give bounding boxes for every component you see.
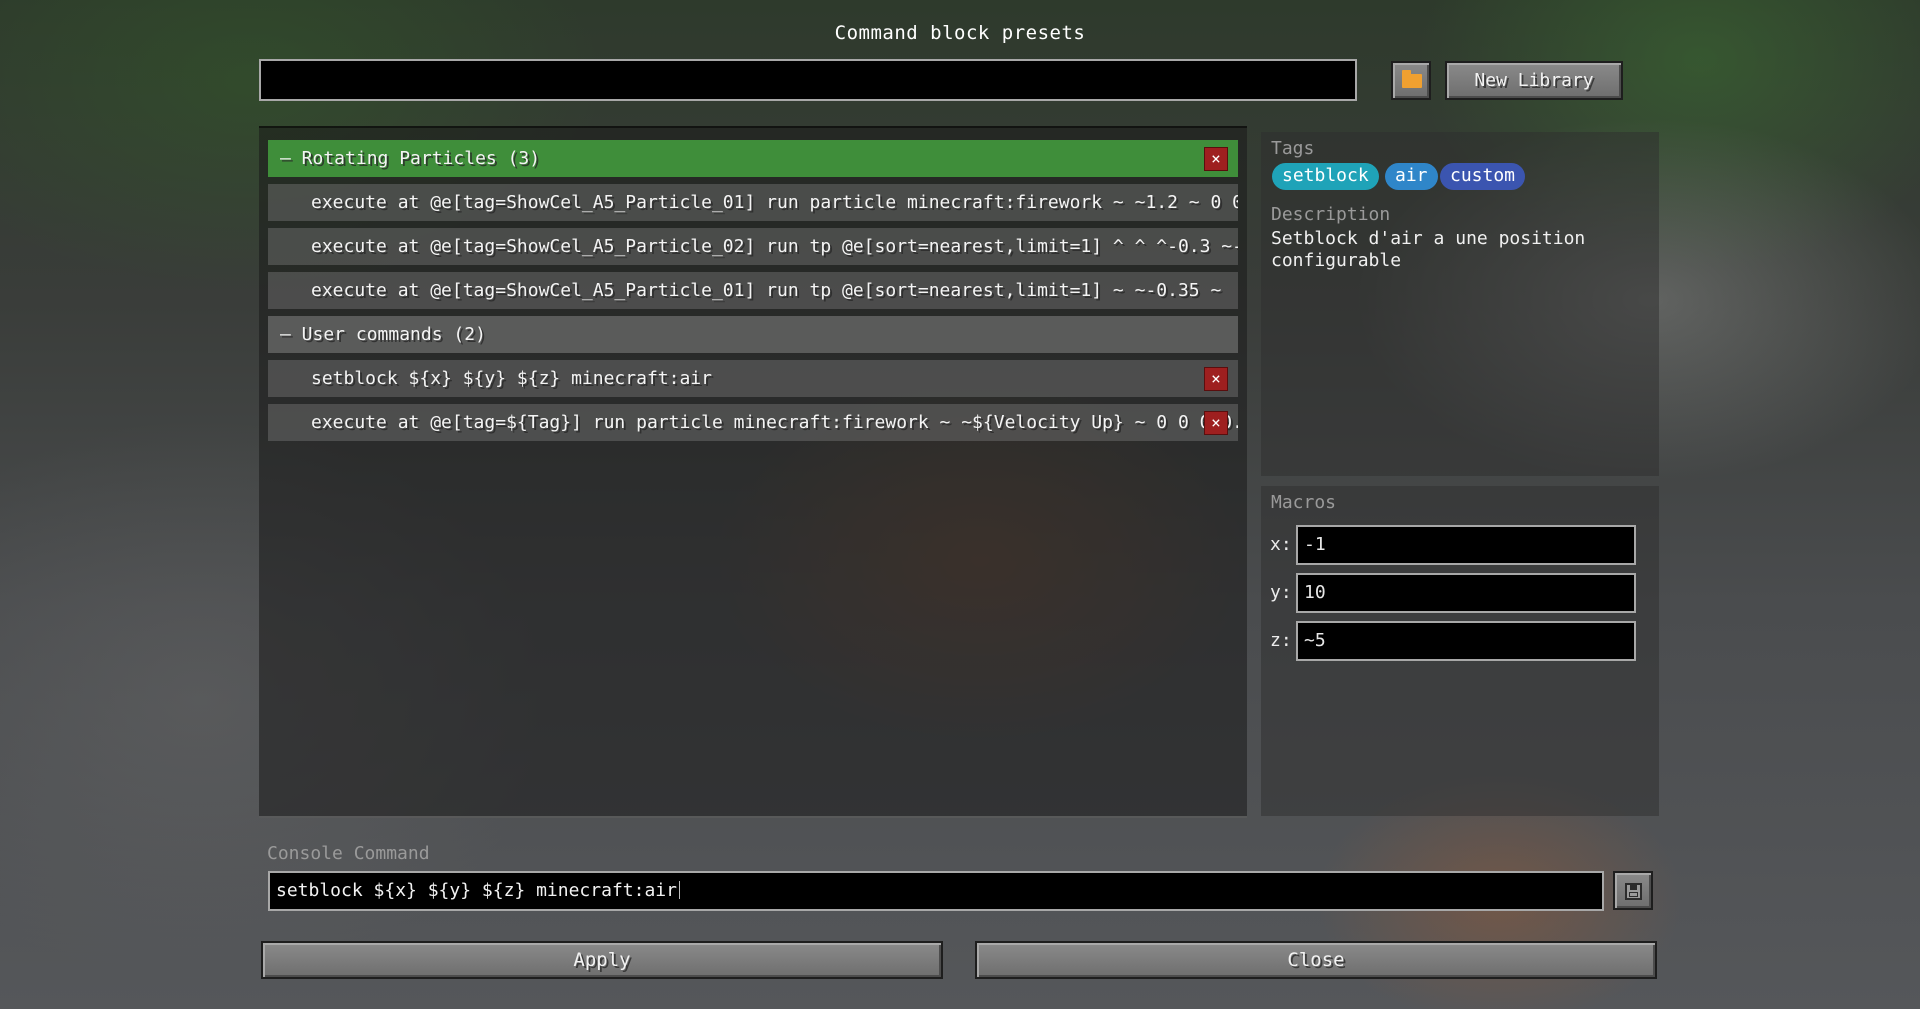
preset-command: execute at @e[tag=ShowCel_A5_Particle_02… — [311, 236, 1238, 257]
delete-preset-button[interactable]: × — [1204, 367, 1228, 391]
console-command-value: setblock ${x} ${y} ${z} minecraft:air — [276, 880, 677, 901]
console-command-label: Console Command — [267, 843, 430, 864]
description-text: Setblock d'air a une position configurab… — [1271, 228, 1586, 271]
macros-label: Macros — [1271, 492, 1337, 513]
new-library-button[interactable]: New Library — [1445, 61, 1623, 100]
preset-row[interactable]: setblock ${x} ${y} ${z} minecraft:air × — [268, 360, 1238, 397]
save-preset-button[interactable] — [1613, 871, 1653, 910]
preset-row[interactable]: execute at @e[tag=ShowCel_A5_Particle_01… — [268, 184, 1238, 221]
tags-label: Tags — [1271, 138, 1315, 159]
preset-command: setblock ${x} ${y} ${z} minecraft:air — [311, 368, 712, 389]
search-input[interactable] — [259, 59, 1357, 101]
window-title: Command block presets — [834, 22, 1086, 44]
apply-button[interactable]: Apply — [261, 941, 943, 979]
tag-custom[interactable]: custom — [1440, 163, 1526, 190]
group-header-rotating-particles[interactable]: – Rotating Particles (3) × — [268, 140, 1238, 177]
group-label: – Rotating Particles (3) — [280, 148, 541, 169]
preset-command: execute at @e[tag=ShowCel_A5_Particle_01… — [311, 192, 1238, 213]
group-label: – User commands (2) — [280, 324, 486, 345]
preset-list[interactable]: – Rotating Particles (3) × execute at @e… — [259, 126, 1247, 818]
macro-z-input[interactable]: ~5 — [1296, 621, 1636, 661]
delete-group-button[interactable]: × — [1204, 147, 1228, 171]
preset-command: execute at @e[tag=ShowCel_A5_Particle_01… — [311, 280, 1222, 301]
macro-y-input[interactable]: 10 — [1296, 573, 1636, 613]
delete-preset-button[interactable]: × — [1204, 411, 1228, 435]
tag-air[interactable]: air — [1385, 163, 1438, 190]
group-header-user-commands[interactable]: – User commands (2) — [268, 316, 1238, 353]
tag-setblock[interactable]: setblock — [1272, 163, 1379, 190]
folder-icon — [1402, 70, 1422, 88]
console-command-input[interactable]: setblock ${x} ${y} ${z} minecraft:air — [268, 871, 1604, 911]
open-folder-button[interactable] — [1391, 61, 1431, 100]
macro-z-label: z: — [1270, 630, 1292, 651]
preset-row[interactable]: execute at @e[tag=ShowCel_A5_Particle_01… — [268, 272, 1238, 309]
floppy-disk-icon — [1625, 883, 1642, 900]
preset-command: execute at @e[tag=${Tag}] run particle m… — [311, 412, 1238, 433]
close-button[interactable]: Close — [975, 941, 1657, 979]
description-label: Description — [1271, 204, 1391, 225]
preset-row[interactable]: execute at @e[tag=ShowCel_A5_Particle_02… — [268, 228, 1238, 265]
macro-y-label: y: — [1270, 582, 1292, 603]
macro-x-input[interactable]: -1 — [1296, 525, 1636, 565]
text-caret — [678, 881, 680, 899]
macro-x-label: x: — [1270, 534, 1292, 555]
preset-row[interactable]: execute at @e[tag=${Tag}] run particle m… — [268, 404, 1238, 441]
